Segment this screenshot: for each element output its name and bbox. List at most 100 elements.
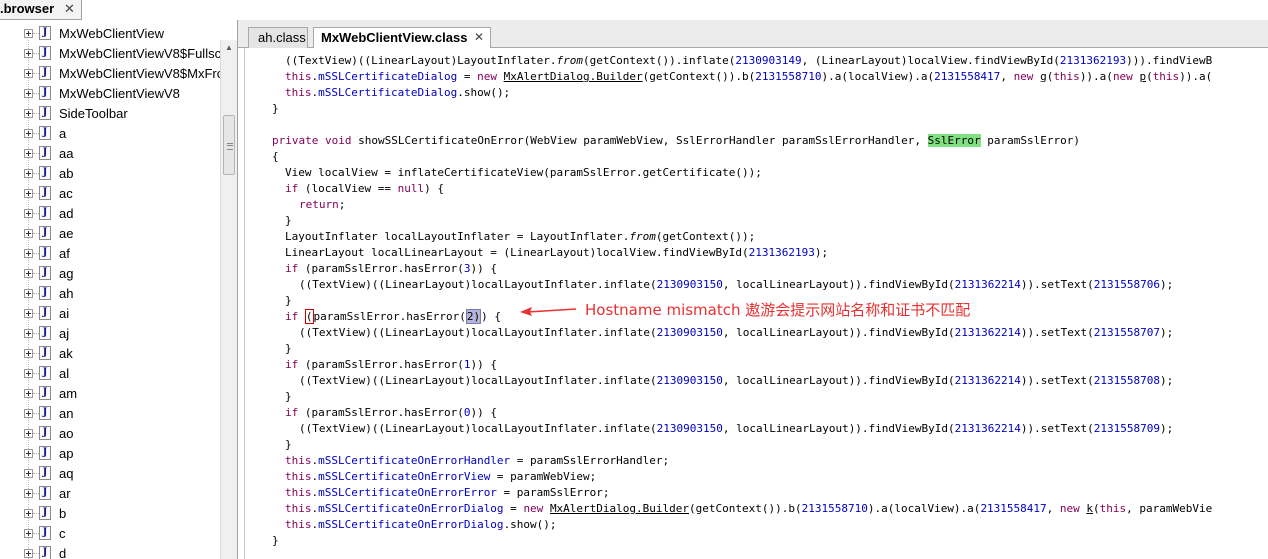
tree-item[interactable]: Jc	[0, 524, 220, 544]
expand-icon[interactable]	[24, 529, 33, 538]
tree-item-label: ae	[59, 226, 74, 241]
code-line[interactable]: if (localView == null) {	[285, 181, 444, 197]
expand-icon[interactable]	[24, 49, 33, 58]
tree-item[interactable]: Ja	[0, 124, 220, 144]
tree-item[interactable]: Jao	[0, 424, 220, 444]
code-line[interactable]: this.mSSLCertificateOnErrorError = param…	[285, 485, 610, 501]
code-line[interactable]: this.mSSLCertificateOnErrorDialog = new …	[285, 501, 1212, 517]
java-class-icon: J	[39, 446, 51, 460]
code-line[interactable]: }	[285, 293, 292, 309]
tree-item[interactable]: Jaj	[0, 324, 220, 344]
code-line[interactable]: private void showSSLCertificateOnError(W…	[272, 133, 1080, 149]
expand-icon[interactable]	[24, 409, 33, 418]
tree-item[interactable]: J MxWebClientView	[0, 24, 220, 44]
scroll-up-arrow-icon[interactable]: ▲	[225, 43, 233, 52]
expand-icon[interactable]	[24, 349, 33, 358]
code-line[interactable]: this.mSSLCertificateDialog.show();	[285, 85, 510, 101]
expand-icon[interactable]	[24, 449, 33, 458]
tree-item[interactable]: J MxWebClientViewV8$Fullscr	[0, 44, 225, 64]
code-line[interactable]: this.mSSLCertificateOnErrorView = paramW…	[285, 469, 596, 485]
expand-icon[interactable]	[24, 289, 33, 298]
tree-scrollbar[interactable]: ▲	[220, 40, 237, 559]
tree-item[interactable]: Jad	[0, 204, 220, 224]
tree-item[interactable]: Jag	[0, 264, 220, 284]
expand-icon[interactable]	[24, 509, 33, 518]
code-line[interactable]: if (paramSslError.hasError(0)) {	[285, 405, 497, 421]
expand-icon[interactable]	[24, 269, 33, 278]
expand-icon[interactable]	[24, 89, 33, 98]
expand-icon[interactable]	[24, 329, 33, 338]
tab-mxwebclientview-class[interactable]: MxWebClientView.class ✕	[313, 27, 491, 49]
expand-icon[interactable]	[24, 369, 33, 378]
tree-item[interactable]: J MxWebClientViewV8$MxFrc	[0, 64, 223, 84]
tree-item[interactable]: Jaq	[0, 464, 220, 484]
tree-item[interactable]: Jac	[0, 184, 220, 204]
tree-item[interactable]: Jaf	[0, 244, 220, 264]
expand-icon[interactable]	[24, 209, 33, 218]
tree-item[interactable]: Jan	[0, 404, 220, 424]
tree-item[interactable]: Jb	[0, 504, 220, 524]
code-line[interactable]: View localView = inflateCertificateView(…	[285, 165, 762, 181]
tree-item[interactable]: Jaa	[0, 144, 220, 164]
code-line[interactable]: return;	[299, 197, 345, 213]
code-line[interactable]: if (paramSslError.hasError(3)) {	[285, 261, 497, 277]
code-line[interactable]: }	[285, 437, 292, 453]
expand-icon[interactable]	[24, 69, 33, 78]
code-line[interactable]: ((TextView)((LinearLayout)localLayoutInf…	[299, 421, 1173, 437]
tree-item[interactable]: Jae	[0, 224, 220, 244]
tree-item[interactable]: Jab	[0, 164, 220, 184]
code-line[interactable]: }	[285, 341, 292, 357]
code-line[interactable]: this.mSSLCertificateOnErrorHandler = par…	[285, 453, 669, 469]
tree-item[interactable]: Jam	[0, 384, 220, 404]
expand-icon[interactable]	[24, 309, 33, 318]
code-line[interactable]: if (paramSslError.hasError(2)) {	[285, 309, 501, 325]
code-line[interactable]: }	[285, 389, 292, 405]
expand-icon[interactable]	[24, 169, 33, 178]
tree-item[interactable]: Jar	[0, 484, 220, 504]
expand-icon[interactable]	[24, 389, 33, 398]
code-line[interactable]: ((TextView)((LinearLayout)localLayoutInf…	[299, 277, 1173, 293]
expand-icon[interactable]	[24, 109, 33, 118]
close-icon[interactable]: ✕	[474, 30, 484, 44]
expand-icon[interactable]	[24, 429, 33, 438]
code-token: (paramSslError.hasError(	[298, 262, 464, 275]
tree-item[interactable]: Jal	[0, 364, 220, 384]
code-line[interactable]: this.mSSLCertificateDialog = new MxAlert…	[285, 69, 1212, 85]
expand-icon[interactable]	[24, 229, 33, 238]
tree-item[interactable]: Jai	[0, 304, 220, 324]
scrollbar-thumb[interactable]	[223, 115, 235, 175]
expand-icon[interactable]	[24, 549, 33, 558]
expand-icon[interactable]	[24, 29, 33, 38]
tree-item[interactable]: Jap	[0, 444, 220, 464]
code-token: )).setText(	[1020, 326, 1094, 339]
code-line[interactable]: ((TextView)((LinearLayout)LayoutInflater…	[285, 53, 1212, 69]
tree-item[interactable]: Jak	[0, 344, 220, 364]
expand-icon[interactable]	[24, 129, 33, 138]
close-icon[interactable]: ✕	[64, 1, 75, 17]
code-line[interactable]: this.mSSLCertificateOnErrorDialog.show()…	[285, 517, 557, 533]
code-line[interactable]: if (paramSslError.hasError(1)) {	[285, 357, 497, 373]
tree-item[interactable]: Jd	[0, 544, 220, 559]
code-token: void	[324, 134, 352, 147]
expand-icon[interactable]	[24, 249, 33, 258]
tab-ah-class[interactable]: ah.class	[248, 27, 308, 48]
tree-item[interactable]: Jah	[0, 284, 220, 304]
tree-item[interactable]: J SideToolbar	[0, 104, 220, 124]
code-line[interactable]: {	[272, 149, 279, 165]
project-tab[interactable]: .browser ✕	[0, 0, 82, 20]
code-token: )).a(	[1179, 70, 1213, 83]
code-line[interactable]: }	[272, 533, 279, 549]
code-line[interactable]: ((TextView)((LinearLayout)localLayoutInf…	[299, 373, 1173, 389]
code-line[interactable]: LayoutInflater localLayoutInflater = Lay…	[285, 229, 755, 245]
expand-icon[interactable]	[24, 469, 33, 478]
tree-item-label: ao	[59, 426, 74, 441]
code-line[interactable]: }	[285, 213, 292, 229]
expand-icon[interactable]	[24, 189, 33, 198]
expand-icon[interactable]	[24, 149, 33, 158]
code-line[interactable]: ((TextView)((LinearLayout)localLayoutInf…	[299, 325, 1173, 341]
expand-icon[interactable]	[24, 489, 33, 498]
code-line[interactable]: }	[272, 101, 279, 117]
code-line[interactable]: LinearLayout localLinearLayout = (Linear…	[285, 245, 828, 261]
tree-item[interactable]: J MxWebClientViewV8	[0, 84, 220, 104]
